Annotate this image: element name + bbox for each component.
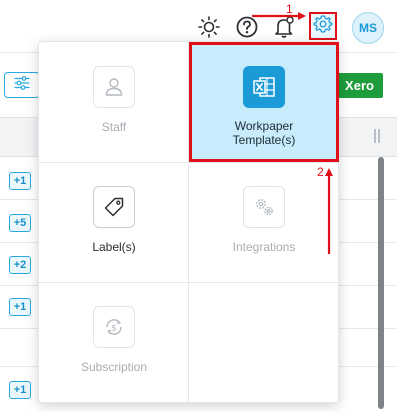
annotation-overlay [252, 12, 333, 254]
annotation-step-1: 1 [286, 2, 293, 16]
annotation-step-2: 2 [317, 165, 324, 179]
